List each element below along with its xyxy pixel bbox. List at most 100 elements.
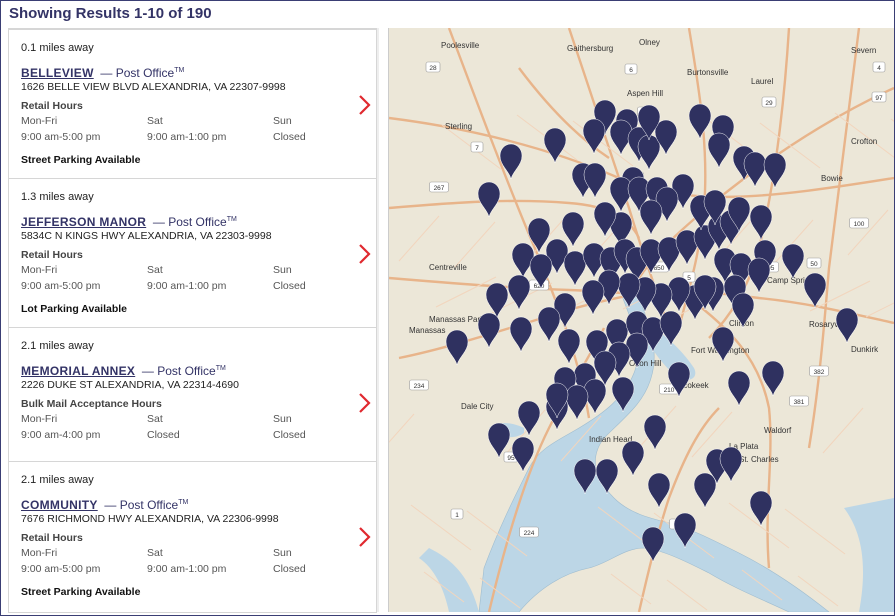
chevron-right-icon[interactable] [357, 94, 371, 116]
location-pins[interactable] [445, 99, 859, 563]
map-pin-icon[interactable] [747, 257, 771, 294]
trademark: TM [215, 365, 226, 372]
road-number: 97 [875, 95, 883, 102]
day-label: Mon-Fri [21, 547, 58, 559]
map-pin-icon[interactable] [537, 306, 561, 343]
map-pin-icon[interactable] [781, 243, 805, 280]
map-pin-icon[interactable] [563, 250, 587, 287]
road-number: 1 [455, 512, 459, 519]
distance-text: 2.1 miles away [21, 474, 94, 486]
road-number: 100 [854, 221, 865, 228]
map-pin-icon[interactable] [803, 272, 827, 309]
map-pin-icon[interactable] [511, 242, 535, 279]
road-number: 224 [524, 530, 535, 537]
map-pin-icon[interactable] [643, 414, 667, 451]
minor-road [398, 215, 440, 262]
place-label: Aspen Hill [627, 89, 663, 98]
day-label: Mon-Fri [21, 115, 58, 127]
map-pin-icon[interactable] [707, 132, 731, 169]
map-pin-icon[interactable] [477, 181, 501, 218]
map-pin-icon[interactable] [749, 204, 773, 241]
map-pin-icon[interactable] [565, 384, 589, 421]
time-value: 9:00 am-1:00 pm [147, 131, 227, 143]
map-pin-icon[interactable] [582, 118, 606, 155]
map-pin-icon[interactable] [485, 282, 509, 319]
time-value: 9:00 am-1:00 pm [147, 280, 227, 292]
minor-road [865, 302, 894, 318]
map-pin-icon[interactable] [719, 446, 743, 483]
place-label: Dunkirk [851, 345, 879, 354]
map-pin-icon[interactable] [477, 312, 501, 349]
map-pin-icon[interactable] [835, 307, 859, 344]
location-name-link[interactable]: MEMORIAL ANNEX [21, 364, 135, 378]
location-name-link[interactable]: COMMUNITY [21, 498, 98, 512]
parking-info: Street Parking Available [21, 586, 141, 598]
map-pin-icon[interactable] [557, 328, 581, 365]
location-card[interactable]: 1.3 miles away JEFFERSON MANOR — Post Of… [8, 178, 377, 328]
location-card[interactable]: 0.1 miles away BELLEVIEW — Post OfficeTM… [8, 29, 377, 179]
chevron-right-icon[interactable] [357, 243, 371, 265]
minor-road [389, 413, 415, 443]
road-number: 7 [475, 145, 479, 152]
time-value: 9:00 am-5:00 pm [21, 131, 101, 143]
quantico-creek [419, 548, 479, 612]
road-number: 28 [429, 65, 437, 72]
map-pin-icon[interactable] [621, 440, 645, 477]
place-label: Poolesville [441, 41, 480, 50]
road-number: 50 [810, 261, 818, 268]
map-pin-icon[interactable] [583, 162, 607, 199]
time-value: Closed [147, 429, 180, 441]
list-scroll-track[interactable] [377, 28, 379, 612]
map-pin-icon[interactable] [561, 211, 585, 248]
map-view[interactable]: Poolesville Gaithersburg Olney Burtonsville… [388, 28, 894, 612]
trademark: TM [178, 499, 189, 506]
place-label: Dale City [461, 402, 493, 411]
place-label: Laurel [751, 77, 773, 86]
hours-title: Retail Hours [21, 100, 83, 112]
hours-title: Retail Hours [21, 532, 83, 544]
map-pin-icon[interactable] [499, 143, 523, 180]
location-title: JEFFERSON MANOR — Post OfficeTM [21, 215, 237, 229]
map-pin-icon[interactable] [637, 134, 661, 171]
chevron-right-icon[interactable] [357, 392, 371, 414]
map-pin-icon[interactable] [507, 274, 531, 311]
map-pin-icon[interactable] [711, 326, 735, 363]
minor-road [784, 508, 846, 555]
location-card[interactable]: 2.1 miles away COMMUNITY — Post OfficeTM… [8, 461, 377, 613]
time-value: Closed [273, 429, 306, 441]
map-pin-icon[interactable] [641, 526, 665, 563]
location-title: BELLEVIEW — Post OfficeTM [21, 66, 185, 80]
time-value: Closed [273, 280, 306, 292]
location-name-link[interactable]: JEFFERSON MANOR [21, 215, 146, 229]
location-address: 5834C N KINGS HWY ALEXANDRIA, VA 22303-9… [21, 230, 272, 242]
map-pin-icon[interactable] [509, 316, 533, 353]
location-address: 7676 RICHMOND HWY ALEXANDRIA, VA 22306-9… [21, 513, 279, 525]
results-count: Showing Results 1-10 of 190 [9, 5, 212, 22]
day-label: Mon-Fri [21, 413, 58, 425]
road-number: 29 [765, 100, 773, 107]
map-pin-icon[interactable] [727, 370, 751, 407]
road [807, 28, 861, 449]
location-type: Post Office [119, 498, 179, 512]
minor-road [847, 209, 889, 256]
location-card[interactable]: 2.1 miles away MEMORIAL ANNEX — Post Off… [8, 327, 377, 462]
map-pin-icon[interactable] [639, 199, 663, 236]
day-label: Sun [273, 413, 292, 425]
map-pin-icon[interactable] [581, 279, 605, 316]
location-list[interactable]: 0.1 miles away BELLEVIEW — Post OfficeTM… [8, 28, 377, 613]
minor-road [454, 221, 496, 268]
time-value: 9:00 am-1:00 pm [147, 563, 227, 575]
map-pin-icon[interactable] [688, 103, 712, 140]
location-name-link[interactable]: BELLEVIEW [21, 66, 94, 80]
map-pin-icon[interactable] [743, 151, 767, 188]
hours-title: Retail Hours [21, 249, 83, 261]
place-label: St. Charles [739, 455, 779, 464]
day-label: Sat [147, 547, 163, 559]
map-pin-icon[interactable] [763, 152, 787, 189]
chevron-right-icon[interactable] [357, 526, 371, 548]
place-label: Gaithersburg [567, 44, 613, 53]
map-pin-icon[interactable] [693, 472, 717, 509]
map-canvas[interactable]: Poolesville Gaithersburg Olney Burtonsville… [389, 28, 894, 612]
day-label: Sat [147, 115, 163, 127]
map-pin-icon[interactable] [445, 329, 469, 366]
